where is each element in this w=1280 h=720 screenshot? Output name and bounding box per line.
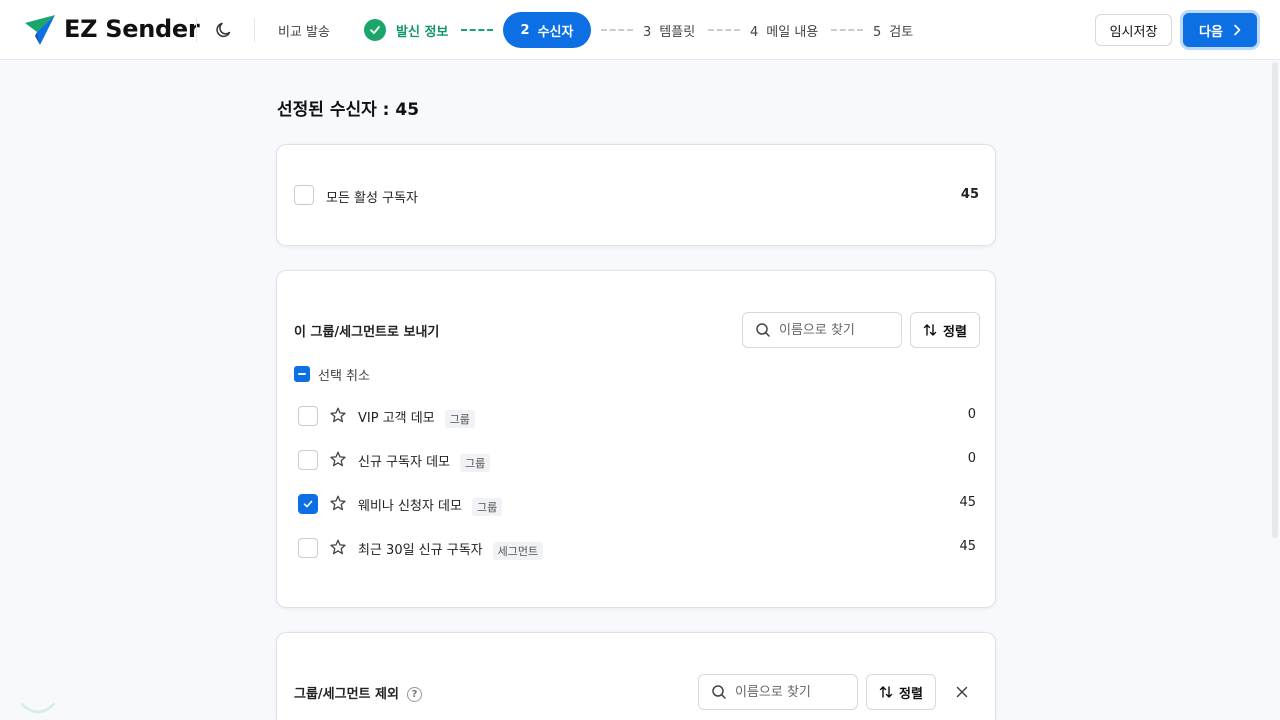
- star-icon[interactable]: [330, 451, 346, 467]
- step-number: 5: [873, 25, 882, 40]
- exclude-groups-title-text: 그룹/세그먼트 제외: [294, 687, 399, 702]
- row-name: 신규 구독자 데모 그룹: [358, 451, 491, 472]
- type-badge: 그룹: [460, 453, 491, 472]
- search-icon: [712, 685, 726, 699]
- exclude-groups-search[interactable]: [698, 674, 858, 710]
- selected-recipients-title: 선정된 수신자 : 45: [277, 100, 420, 120]
- type-badge: 그룹: [471, 497, 503, 516]
- row-name-text: VIP 고객 데모: [358, 411, 435, 426]
- all-subscribers-checkbox[interactable]: [294, 185, 314, 205]
- check-circle-icon: [364, 19, 386, 41]
- row-count: 45: [959, 495, 976, 510]
- row-name-text: 신규 구독자 데모: [358, 455, 450, 470]
- step-label: 수신자: [537, 24, 574, 40]
- step-number: 3: [643, 25, 652, 40]
- deselect-all-checkbox[interactable]: [294, 366, 310, 382]
- step-review[interactable]: 5 검토: [873, 21, 913, 40]
- row-name: 최근 30일 신규 구독자 세그먼트: [358, 539, 544, 560]
- step-mail-content[interactable]: 4 메일 내용: [750, 21, 818, 40]
- row-checkbox[interactable]: [298, 538, 318, 558]
- row-checkbox[interactable]: [298, 494, 318, 514]
- row-checkbox[interactable]: [298, 450, 318, 470]
- scrollbar-thumb[interactable]: [1272, 62, 1278, 538]
- all-subscribers-label: 모든 활성 구독자: [326, 191, 418, 206]
- step-template[interactable]: 3 템플릿: [643, 21, 695, 40]
- exclude-groups-sort-button[interactable]: 정렬: [866, 674, 936, 710]
- step-label: 템플릿: [659, 25, 696, 40]
- close-icon[interactable]: [954, 684, 970, 700]
- next-button-label: 다음: [1199, 24, 1223, 40]
- row-count: 0: [967, 451, 976, 466]
- chevron-right-icon: [1234, 24, 1241, 36]
- brand-name: EZ Sender: [64, 15, 200, 43]
- minus-icon: [298, 373, 306, 375]
- exclude-groups-title: 그룹/세그먼트 제외?: [294, 683, 422, 702]
- all-subscribers-card: 모든 활성 구독자 45: [276, 144, 996, 246]
- step-connector: [708, 29, 740, 31]
- row-name: 웨비나 신청자 데모 그룹: [358, 495, 503, 516]
- sort-arrows-icon: [879, 686, 893, 698]
- send-groups-title: 이 그룹/세그먼트로 보내기: [294, 325, 440, 340]
- step-label: 메일 내용: [766, 25, 819, 40]
- star-icon[interactable]: [330, 495, 346, 511]
- step-number: 4: [750, 25, 759, 40]
- header-divider: [196, 18, 197, 42]
- sort-arrows-icon: [923, 324, 937, 336]
- moon-icon[interactable]: [214, 20, 234, 40]
- send-groups-search[interactable]: [742, 312, 902, 348]
- row-checkbox[interactable]: [298, 406, 318, 426]
- type-badge: 세그먼트: [492, 541, 544, 560]
- step-label: 발신 정보: [396, 24, 449, 40]
- header-divider: [254, 18, 255, 42]
- sort-label: 정렬: [899, 686, 923, 702]
- step-label: 검토: [889, 25, 914, 40]
- star-icon[interactable]: [330, 407, 346, 423]
- checkmark-icon: [303, 500, 313, 508]
- search-icon: [756, 323, 770, 337]
- row-count: 0: [967, 407, 976, 422]
- next-button[interactable]: 다음: [1183, 13, 1257, 47]
- step-connector: [461, 29, 493, 31]
- step-sender-info[interactable]: 발신 정보: [364, 19, 448, 41]
- row-name-text: 최근 30일 신규 구독자: [358, 543, 483, 558]
- help-icon[interactable]: ?: [406, 687, 422, 702]
- deselect-all-label[interactable]: 선택 취소: [318, 365, 370, 384]
- paper-plane-logo-icon[interactable]: [24, 14, 56, 46]
- compare-send-link[interactable]: 비교 발송: [278, 21, 330, 40]
- top-header: EZ Sender 비교 발송 발신 정보 2 수신자 3 템플릿 4 메일 내용 …: [0, 0, 1280, 60]
- send-groups-sort-button[interactable]: 정렬: [910, 312, 980, 348]
- step-connector: [831, 29, 863, 31]
- step-recipients[interactable]: 2 수신자: [503, 12, 591, 48]
- star-icon[interactable]: [330, 539, 346, 555]
- step-number: 2: [520, 22, 530, 38]
- loading-spinner-icon: [20, 702, 56, 714]
- row-count: 45: [959, 539, 976, 554]
- save-draft-button[interactable]: 임시저장: [1095, 14, 1172, 46]
- type-badge: 그룹: [444, 409, 475, 428]
- step-connector: [601, 29, 633, 31]
- search-input[interactable]: [779, 322, 889, 338]
- row-name-text: 웨비나 신청자 데모: [358, 499, 462, 514]
- exclude-groups-card: 그룹/세그먼트 제외? 정렬: [276, 632, 996, 720]
- all-subscribers-count: 45: [960, 187, 979, 202]
- search-input[interactable]: [735, 684, 845, 700]
- row-name: VIP 고객 데모 그룹: [358, 407, 475, 428]
- send-groups-card: 이 그룹/세그먼트로 보내기 정렬 선택 취소 VIP 고객 데모그룹 0 신규…: [276, 270, 996, 608]
- sort-label: 정렬: [943, 324, 967, 340]
